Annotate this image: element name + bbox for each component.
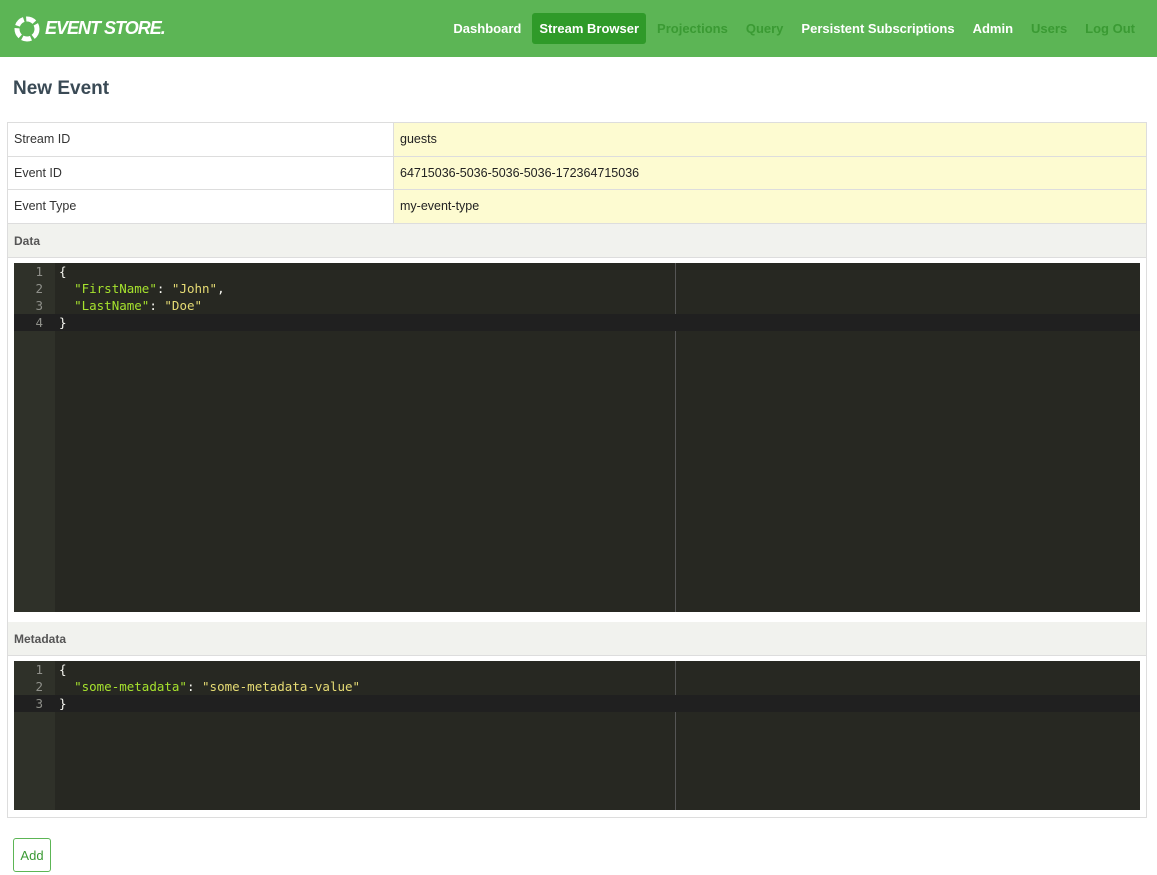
nav-persistent-subscriptions[interactable]: Persistent Subscriptions — [794, 13, 961, 44]
nav-users[interactable]: Users — [1024, 13, 1074, 44]
event-id-input[interactable]: 64715036-5036-5036-5036-172364715036 — [394, 156, 1146, 189]
code-text: "some-metadata": "some-metadata-value" — [74, 679, 361, 694]
nav-admin[interactable]: Admin — [966, 13, 1020, 44]
data-editor[interactable]: 1{2 "FirstName": "John", 3 "LastName": "D… — [14, 263, 1140, 612]
code-line: 4} — [14, 314, 1140, 331]
stream-id-label: Stream ID — [8, 123, 394, 156]
top-navbar: EVENT STORE. Dashboard Stream Browser Proj… — [0, 0, 1157, 57]
nav-dashboard[interactable]: Dashboard — [446, 13, 528, 44]
metadata-editor[interactable]: 1{2 "some-metadata": "some-metadata-valu… — [14, 661, 1140, 810]
event-id-row: Event ID 64715036-5036-5036-5036-1723647… — [8, 156, 1146, 190]
event-store-logo-icon — [14, 16, 40, 41]
nav-query[interactable]: Query — [739, 13, 791, 44]
add-button[interactable]: Add — [13, 838, 51, 872]
stream-id-input[interactable]: guests — [394, 123, 1146, 156]
code-text: } — [59, 315, 67, 330]
stream-id-row: Stream ID guests — [8, 123, 1146, 157]
code-text: "FirstName": "John", — [74, 281, 225, 296]
line-number: 2 — [35, 281, 43, 296]
code-line: 1{ — [14, 263, 1140, 280]
code-line: 3 "LastName": "Doe" — [14, 297, 1140, 314]
line-number: 3 — [35, 696, 43, 711]
event-type-row: Event Type my-event-type — [8, 190, 1146, 224]
code-line: 3} — [14, 695, 1140, 712]
event-type-label: Event Type — [8, 190, 394, 223]
data-section-header: Data — [8, 223, 1146, 258]
nav-stream-browser[interactable]: Stream Browser — [532, 13, 647, 44]
code-line: 1{ — [14, 661, 1140, 678]
code-text: "LastName": "Doe" — [74, 298, 203, 313]
line-number: 1 — [35, 662, 43, 677]
code-line: 2 "some-metadata": "some-metadata-value" — [14, 678, 1140, 695]
event-type-input[interactable]: my-event-type — [394, 190, 1146, 223]
event-id-label: Event ID — [8, 156, 394, 189]
metadata-section-header: Metadata — [8, 621, 1146, 656]
code-text: { — [59, 264, 67, 279]
code-text: } — [59, 696, 67, 711]
line-number: 1 — [35, 264, 43, 279]
main-nav: Dashboard Stream Browser Projections Query P… — [444, 13, 1144, 44]
code-text: { — [59, 662, 67, 677]
nav-projections[interactable]: Projections — [650, 13, 735, 44]
nav-log-out[interactable]: Log Out — [1078, 13, 1142, 44]
line-number: 4 — [35, 315, 43, 330]
logo-text: EVENT STORE. — [45, 18, 166, 38]
line-number: 3 — [35, 298, 43, 313]
line-number: 2 — [35, 679, 43, 694]
code-line: 2 "FirstName": "John", — [14, 280, 1140, 297]
page-title: New Event — [13, 78, 110, 99]
logo[interactable]: EVENT STORE. — [13, 15, 166, 43]
